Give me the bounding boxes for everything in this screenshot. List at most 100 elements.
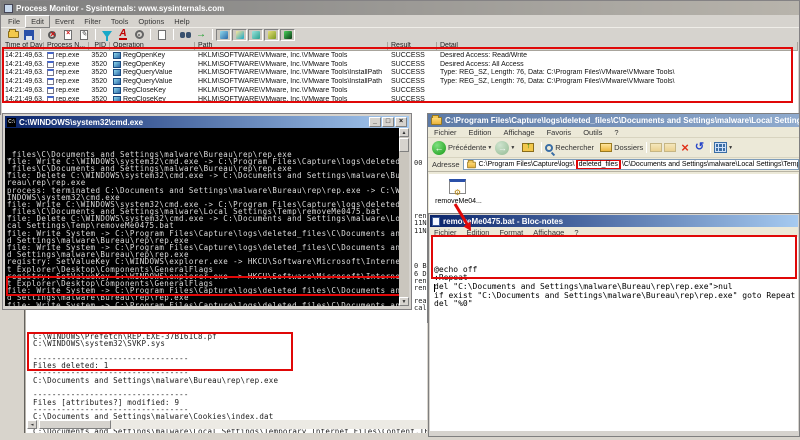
procmon-titlebar[interactable]: Process Monitor - Sysinternals: www.sysi… <box>1 1 799 15</box>
notepad-menubar: FichierEditionFormatAffichage? <box>430 227 798 237</box>
table-row[interactable]: 14:21:49,63... rep.exe 3520 RegOpenKey H… <box>2 51 798 60</box>
open-button[interactable] <box>5 28 21 41</box>
explorer-menu-item[interactable]: ? <box>608 127 624 138</box>
address-input[interactable]: C:\Program Files\Capture\logs\deleted_fi… <box>463 159 799 170</box>
filter-button[interactable] <box>99 28 115 41</box>
show-process-button[interactable] <box>264 29 279 41</box>
column-header[interactable]: Result <box>388 42 437 50</box>
open-icon <box>8 31 19 38</box>
up-button[interactable] <box>522 143 534 152</box>
show-filesystem-button[interactable] <box>232 29 247 41</box>
notepad-titlebar[interactable]: removeMe0475.bat - Bloc-notes <box>430 215 798 227</box>
process-icon <box>47 52 54 59</box>
desktop: { "procmon": { "title": "Process Monitor… <box>0 0 800 440</box>
explorer-menu-item[interactable]: Outils <box>577 127 608 138</box>
batch-file-icon[interactable] <box>449 179 466 194</box>
procmon-menu-item[interactable]: Options <box>133 16 169 27</box>
column-header[interactable]: Process N... <box>44 42 89 50</box>
forward-button[interactable]: → <box>495 141 509 155</box>
table-row[interactable]: 14:21:49,63... rep.exe 3520 RegOpenKey H… <box>2 60 798 69</box>
notepad-text-area[interactable]: @echo off:Repeatdel "C:\Documents and Se… <box>430 237 798 431</box>
procmon-title-text: Process Monitor - Sysinternals: www.sysi… <box>16 4 224 13</box>
highlight-icon: A <box>119 29 126 40</box>
scroll-left-button[interactable]: ◄ <box>27 420 37 429</box>
process-icon <box>47 87 54 94</box>
notepad-menu-item[interactable]: Fichier <box>430 228 463 237</box>
capture-button[interactable] <box>44 28 60 41</box>
undo-button[interactable]: ↺ <box>692 142 707 153</box>
address-text: \C\Documents and Settings\malware\Local … <box>622 161 799 168</box>
registry-operation-icon <box>113 87 121 94</box>
copy-to-icon[interactable] <box>664 143 676 152</box>
scrollbar-thumb[interactable] <box>399 138 409 152</box>
forward-dropdown-icon[interactable]: ▼ <box>510 145 515 151</box>
column-header[interactable]: Path <box>195 42 388 50</box>
procmon-column-headers[interactable]: Time of Day Process N... PID Operation P… <box>2 42 798 51</box>
highlight-button[interactable]: A <box>115 28 131 41</box>
delete-button[interactable]: × <box>678 142 692 154</box>
move-to-icon[interactable] <box>650 143 662 152</box>
vertical-scrollbar[interactable]: ▲ ▼ <box>399 128 409 306</box>
close-button[interactable]: × <box>395 117 407 127</box>
views-button[interactable] <box>714 142 727 153</box>
procmon-menu-item[interactable]: Event <box>50 16 79 27</box>
procmon-event-list: Time of Day Process N... PID Operation P… <box>2 42 798 115</box>
clear-icon <box>64 30 72 40</box>
column-header[interactable]: Detail <box>437 42 798 50</box>
procmon-menu-item[interactable]: Edit <box>25 15 50 28</box>
notepad-menu-item[interactable]: Format <box>495 228 529 237</box>
horizontal-scrollbar[interactable]: ◄ <box>27 420 427 429</box>
explorer-menu-item[interactable]: Edition <box>463 127 498 138</box>
process-monitor-window: Process Monitor - Sysinternals: www.sysi… <box>0 0 800 115</box>
table-row[interactable]: 14:21:49,63... rep.exe 3520 RegQueryValu… <box>2 69 798 78</box>
properties-button[interactable] <box>154 28 170 41</box>
table-row[interactable]: 14:21:49,63... rep.exe 3520 RegQueryValu… <box>2 77 798 86</box>
views-dropdown-icon[interactable]: ▼ <box>728 145 733 151</box>
column-header[interactable]: PID <box>89 42 110 50</box>
show-profiling-button[interactable] <box>280 29 295 41</box>
back-button[interactable]: ← <box>432 141 446 155</box>
explorer-addressbar: Adresse C:\Program Files\Capture\logs\de… <box>428 158 799 172</box>
scroll-up-button[interactable]: ▲ <box>399 128 409 137</box>
jump-button[interactable]: → <box>193 28 209 41</box>
explorer-menu-item[interactable]: Favoris <box>541 127 578 138</box>
column-header[interactable]: Operation <box>110 42 195 50</box>
cmd-console[interactable]: _files\C\Documents and Settings\malware\… <box>5 128 409 306</box>
back-dropdown-icon[interactable]: ▼ <box>487 145 492 151</box>
search-button[interactable]: Rechercher <box>555 143 594 152</box>
minimize-button[interactable]: _ <box>369 117 381 127</box>
table-row[interactable]: 14:21:49,63... rep.exe 3520 RegCloseKey … <box>2 86 798 95</box>
registry-operation-icon <box>113 78 121 85</box>
find-button[interactable] <box>177 28 193 41</box>
maximize-button[interactable]: □ <box>382 117 394 127</box>
folder-icon <box>431 117 442 125</box>
autoscroll-button[interactable] <box>76 28 92 41</box>
scrollbar-thumb[interactable] <box>39 420 111 429</box>
procmon-menu-item[interactable]: Help <box>169 16 194 27</box>
cmd-titlebar[interactable]: C:\ C:\WINDOWS\system32\cmd.exe _ □ × <box>5 116 409 128</box>
explorer-menu-item[interactable]: Fichier <box>428 127 463 138</box>
show-registry-button[interactable] <box>216 29 231 41</box>
notepad-menu-item[interactable]: ? <box>570 228 584 237</box>
save-button[interactable] <box>21 28 37 41</box>
explorer-titlebar[interactable]: C:\Program Files\Capture\logs\deleted_fi… <box>428 114 799 127</box>
procmon-menu-item[interactable]: Tools <box>106 16 134 27</box>
folders-button[interactable]: Dossiers <box>614 143 643 152</box>
notepad-menu-item[interactable]: Edition <box>463 228 496 237</box>
clear-button[interactable] <box>60 28 76 41</box>
include-process-button[interactable] <box>131 28 147 41</box>
address-label: Adresse <box>432 160 460 169</box>
text-caret <box>434 284 435 292</box>
procmon-menu-item[interactable]: File <box>3 16 25 27</box>
folder-icon <box>467 161 476 167</box>
notepad-menu-item[interactable]: Affichage <box>529 228 570 237</box>
column-header[interactable]: Time of Day <box>2 42 44 50</box>
table-row[interactable]: 14:21:49,63... rep.exe 3520 RegCloseKey … <box>2 95 798 104</box>
scroll-down-button[interactable]: ▼ <box>399 297 409 306</box>
batch-file-label[interactable]: removeMe04... <box>431 198 486 205</box>
capture-toggle-icon <box>48 31 56 39</box>
procmon-menu-item[interactable]: Filter <box>79 16 106 27</box>
explorer-menu-item[interactable]: Affichage <box>497 127 540 138</box>
back-label[interactable]: Précédente <box>448 143 486 152</box>
show-network-button[interactable] <box>248 29 263 41</box>
